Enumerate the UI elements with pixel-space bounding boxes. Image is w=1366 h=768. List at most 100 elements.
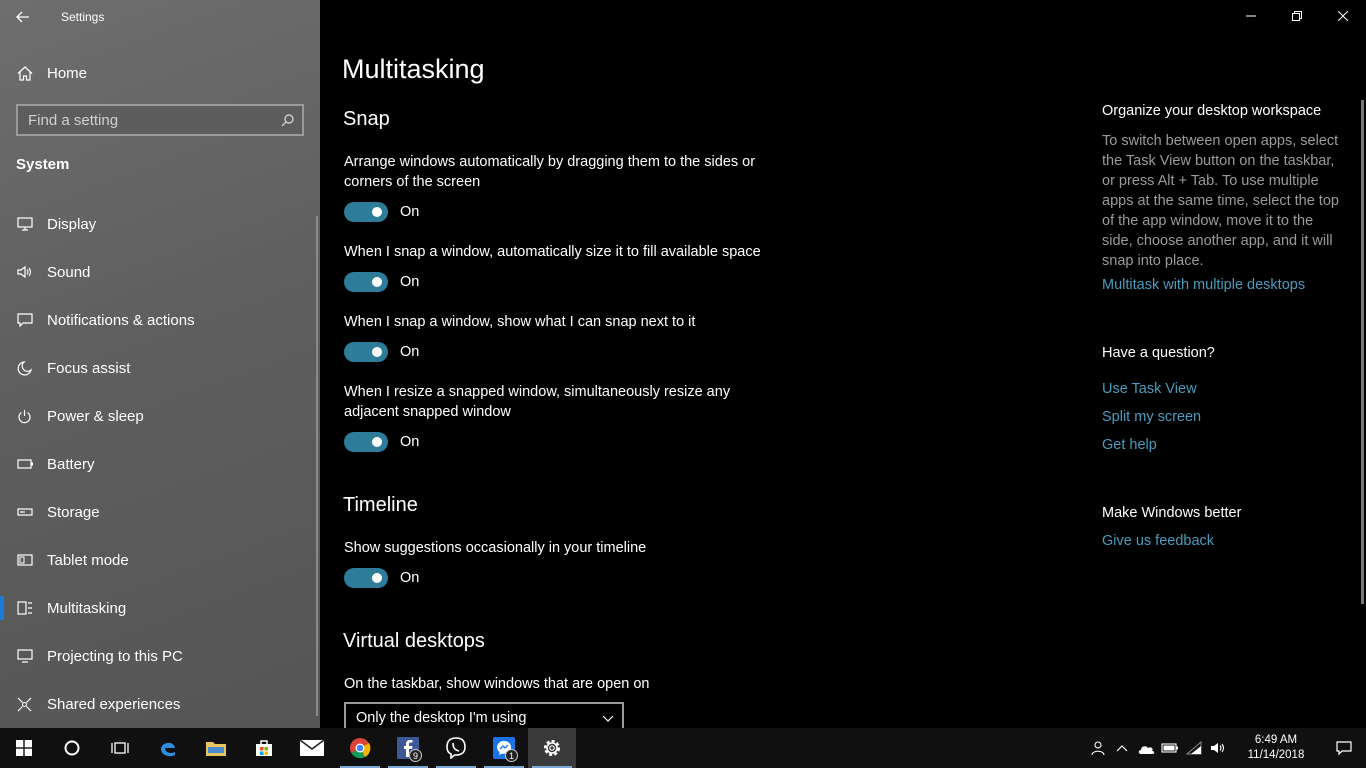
virtual-desktops-label: On the taskbar, show windows that are op… (344, 676, 650, 692)
task-view-button[interactable] (96, 728, 144, 768)
give-feedback-link[interactable]: Give us feedback (1102, 533, 1214, 549)
get-help-link[interactable]: Get help (1102, 437, 1157, 453)
minimize-icon (1246, 15, 1256, 17)
toggle-state: On (400, 570, 420, 586)
chrome-icon (350, 738, 371, 759)
action-center-button[interactable] (1322, 728, 1366, 768)
back-button[interactable] (0, 0, 46, 34)
sidebar-item-storage[interactable]: Storage (0, 488, 320, 536)
snap-arrange-toggle[interactable] (344, 202, 388, 222)
show-hidden-icons-button[interactable] (1110, 728, 1134, 768)
dropdown-selected-value: Only the desktop I'm using (356, 710, 527, 726)
people-icon (1091, 741, 1105, 756)
main-scrollbar[interactable] (1361, 100, 1364, 604)
gear-icon (544, 740, 560, 756)
make-windows-better-title: Make Windows better (1102, 505, 1242, 521)
organize-description: To switch between open apps, select the … (1102, 133, 1339, 269)
minimize-button[interactable] (1228, 0, 1274, 32)
battery-charging-icon (1161, 743, 1178, 753)
window-controls (1228, 0, 1366, 32)
chrome-button[interactable] (336, 728, 384, 768)
sidebar-item-label: Power & sleep (47, 407, 144, 425)
search-input[interactable]: Find a setting (16, 104, 304, 136)
toggle-state: On (400, 204, 420, 220)
viber-icon (446, 737, 466, 759)
virtual-desktops-section-title: Virtual desktops (343, 630, 485, 652)
tablet-icon (17, 554, 47, 566)
people-button[interactable] (1086, 728, 1110, 768)
sidebar-scrollbar[interactable] (316, 216, 318, 716)
snap-fill-label: When I snap a window, automatically size… (344, 244, 761, 260)
timeline-suggestions-toggle[interactable] (344, 568, 388, 588)
message-icon (17, 312, 47, 328)
file-explorer-button[interactable] (192, 728, 240, 768)
sidebar-item-power-sleep[interactable]: Power & sleep (0, 392, 320, 440)
sidebar-item-focus-assist[interactable]: Focus assist (0, 344, 320, 392)
sidebar-item-display[interactable]: Display (0, 200, 320, 248)
sidebar-item-home[interactable]: Home (0, 56, 320, 90)
mail-icon (300, 740, 324, 756)
snap-fill-toggle-row: On (344, 272, 419, 292)
battery-tray-button[interactable] (1158, 728, 1182, 768)
home-icon (17, 65, 47, 81)
windows-logo-icon (16, 740, 32, 756)
taskbar-clock[interactable]: 6:49 AM 11/14/2018 (1238, 733, 1314, 763)
store-button[interactable] (240, 728, 288, 768)
cortana-circle-icon (64, 740, 80, 756)
sidebar-item-tablet-mode[interactable]: Tablet mode (0, 536, 320, 584)
taskbar: 9 1 6:49 AM 11/14/2018 (0, 728, 1366, 768)
sidebar-item-label: Projecting to this PC (47, 647, 183, 665)
snap-section-title: Snap (343, 108, 390, 130)
network-button[interactable] (1182, 728, 1206, 768)
notification-icon (1336, 740, 1352, 755)
toggle-state: On (400, 434, 420, 450)
page-title: Multitasking (342, 54, 485, 84)
snap-arrange-label: Arrange windows automatically by draggin… (344, 154, 756, 190)
sidebar-item-label: Battery (47, 455, 95, 473)
onedrive-button[interactable] (1134, 728, 1158, 768)
main-content: Multitasking Snap Arrange windows automa… (320, 0, 1366, 734)
snap-fill-toggle[interactable] (344, 272, 388, 292)
mail-button[interactable] (288, 728, 336, 768)
snap-resize-toggle[interactable] (344, 432, 388, 452)
sidebar-item-notifications[interactable]: Notifications & actions (0, 296, 320, 344)
clock-date: 11/14/2018 (1247, 749, 1305, 761)
cortana-button[interactable] (48, 728, 96, 768)
multitask-desktops-link[interactable]: Multitask with multiple desktops (1102, 277, 1305, 293)
sidebar-item-sound[interactable]: Sound (0, 248, 320, 296)
sidebar-item-shared-experiences[interactable]: Shared experiences (0, 680, 320, 728)
home-label: Home (47, 64, 88, 82)
sidebar-section-system: System (16, 156, 70, 173)
snap-assist-toggle[interactable] (344, 342, 388, 362)
volume-button[interactable] (1206, 728, 1230, 768)
settings-taskbar-button[interactable] (528, 728, 576, 768)
sidebar-item-label: Display (47, 215, 97, 233)
split-screen-link[interactable]: Split my screen (1102, 409, 1201, 425)
viber-button[interactable] (432, 728, 480, 768)
toggle-state: On (400, 274, 420, 290)
timeline-toggle-row: On (344, 568, 419, 588)
sidebar-item-label: Focus assist (47, 359, 131, 377)
task-view-icon (111, 742, 129, 754)
chevron-up-icon (1116, 745, 1128, 752)
messenger-notification-badge: 1 (505, 749, 518, 762)
sidebar-item-projecting[interactable]: Projecting to this PC (0, 632, 320, 680)
restore-button[interactable] (1274, 0, 1320, 32)
search-placeholder: Find a setting (28, 111, 119, 129)
snap-assist-label: When I snap a window, show what I can sn… (344, 314, 696, 330)
start-button[interactable] (0, 728, 48, 768)
snap-assist-toggle-row: On (344, 342, 419, 362)
sidebar-item-multitasking[interactable]: Multitasking (0, 584, 320, 632)
use-task-view-link[interactable]: Use Task View (1102, 381, 1197, 397)
close-button[interactable] (1320, 0, 1366, 32)
edge-button[interactable] (144, 728, 192, 768)
title-bar: Settings (0, 0, 320, 34)
facebook-button[interactable]: 9 (384, 728, 432, 768)
volume-icon (1211, 743, 1225, 753)
app-title: Settings (61, 10, 105, 24)
messenger-button[interactable]: 1 (480, 728, 528, 768)
wifi-icon (1186, 741, 1202, 755)
sidebar-item-battery[interactable]: Battery (0, 440, 320, 488)
snap-resize-toggle-row: On (344, 432, 419, 452)
restore-icon (1292, 11, 1302, 21)
